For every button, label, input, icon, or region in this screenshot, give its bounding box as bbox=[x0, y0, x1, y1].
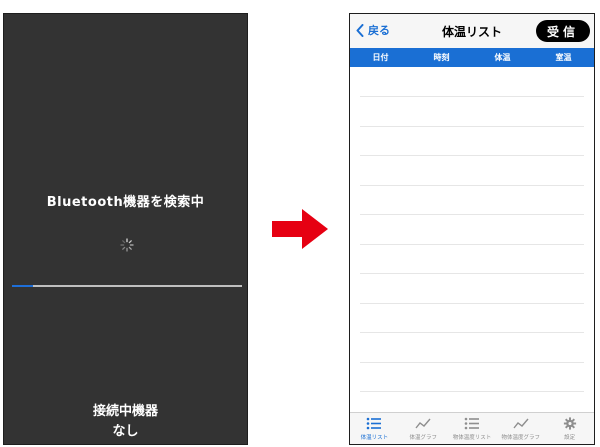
scan-title: Bluetooth機器を検索中 bbox=[46, 195, 205, 210]
temperature-list-screen: 戻る 体温リスト 受信 日付 時刻 体温 室温 体温リスト 体温グラフ 物体温度… bbox=[349, 13, 595, 445]
table-row bbox=[360, 333, 584, 363]
column-header-time[interactable]: 時刻 bbox=[411, 48, 472, 67]
loading-spinner-icon bbox=[120, 238, 134, 252]
connected-device-value: なし bbox=[112, 424, 139, 439]
table-row bbox=[360, 274, 584, 304]
table-row bbox=[360, 97, 584, 127]
table-row bbox=[360, 215, 584, 245]
connected-device-label: 接続中機器 bbox=[92, 404, 158, 419]
column-header-room-temp[interactable]: 室温 bbox=[533, 48, 594, 67]
column-header-date[interactable]: 日付 bbox=[350, 48, 411, 67]
gear-icon bbox=[563, 417, 576, 430]
tab-object-temperature-graph[interactable]: 物体温度グラフ bbox=[496, 413, 545, 444]
table-row bbox=[360, 185, 584, 215]
scan-progress-bar bbox=[12, 285, 242, 287]
table-row bbox=[360, 67, 584, 97]
tab-temperature-list[interactable]: 体温リスト bbox=[350, 413, 399, 444]
column-header-body-temp[interactable]: 体温 bbox=[472, 48, 533, 67]
navigation-bar: 戻る 体温リスト 受信 bbox=[350, 14, 594, 48]
graph-icon bbox=[513, 418, 529, 429]
table-header: 日付 時刻 体温 室温 bbox=[350, 48, 594, 67]
scan-progress-fill bbox=[12, 285, 33, 287]
bluetooth-scan-screen: Bluetooth機器を検索中 接続中機器 なし bbox=[3, 13, 248, 445]
tab-label: 体温グラフ bbox=[409, 435, 437, 441]
graph-icon bbox=[415, 418, 431, 429]
right-arrow-icon bbox=[272, 209, 328, 249]
temperature-table bbox=[350, 67, 594, 422]
list-icon bbox=[464, 417, 479, 430]
table-row bbox=[360, 126, 584, 156]
tab-bar: 体温リスト 体温グラフ 物体温度リスト 物体温度グラフ 設定 bbox=[350, 412, 594, 444]
table-row bbox=[360, 303, 584, 333]
tab-label: 物体温度リスト bbox=[452, 435, 492, 441]
tab-temperature-graph[interactable]: 体温グラフ bbox=[399, 413, 448, 444]
table-row bbox=[360, 362, 584, 392]
list-icon bbox=[367, 417, 382, 430]
receive-button[interactable]: 受信 bbox=[536, 20, 590, 42]
table-row bbox=[360, 156, 584, 186]
tab-label: 設定 bbox=[564, 435, 576, 441]
tab-label: 物体温度グラフ bbox=[501, 435, 541, 441]
tab-settings[interactable]: 設定 bbox=[545, 413, 594, 444]
tab-object-temperature-list[interactable]: 物体温度リスト bbox=[448, 413, 497, 444]
table-row bbox=[360, 244, 584, 274]
tab-label: 体温リスト bbox=[360, 435, 389, 441]
